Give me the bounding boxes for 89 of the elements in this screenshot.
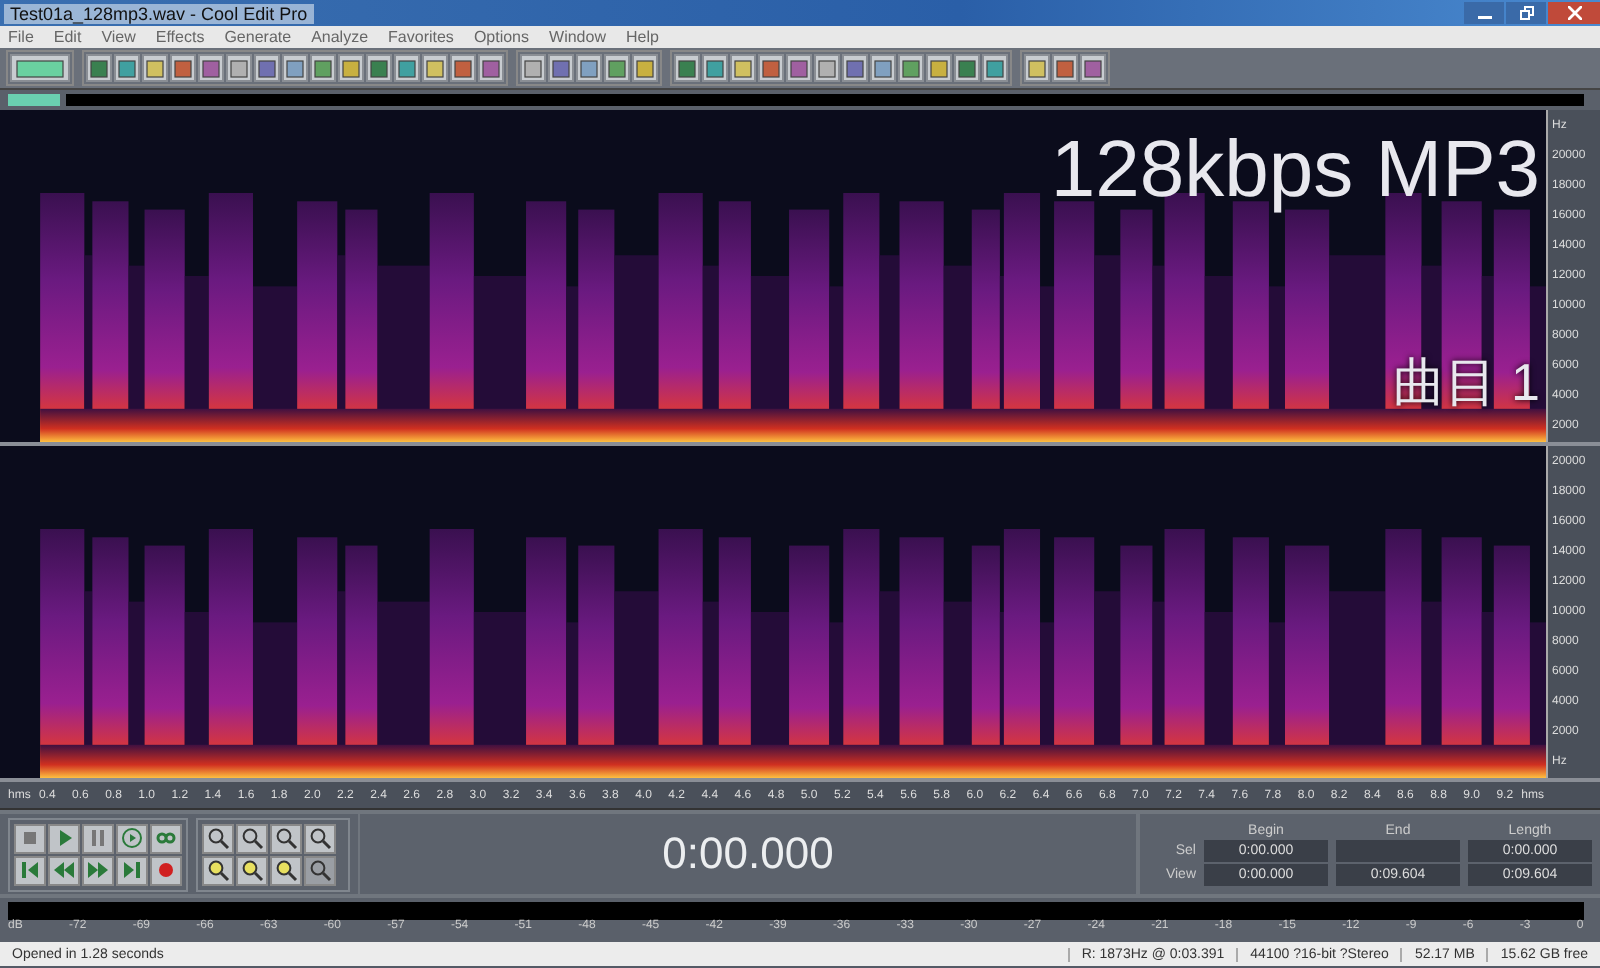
zoom-vertical-out-icon bbox=[308, 858, 332, 882]
zoom-full-icon bbox=[274, 826, 298, 850]
zoom-out-icon bbox=[240, 826, 264, 850]
zoom-in-icon bbox=[206, 826, 230, 850]
toolbar-button[interactable] bbox=[842, 54, 868, 82]
play-button[interactable] bbox=[48, 823, 80, 853]
rewind-button[interactable] bbox=[48, 855, 80, 885]
toolbar-button[interactable] bbox=[226, 54, 252, 82]
toolbar-button[interactable] bbox=[520, 54, 546, 82]
stop-icon bbox=[18, 826, 42, 850]
close-icon bbox=[1567, 6, 1581, 20]
zoom-in-button[interactable] bbox=[202, 823, 234, 853]
time-field[interactable] bbox=[1336, 839, 1460, 861]
toolbar-button[interactable] bbox=[1080, 54, 1106, 82]
pause-icon bbox=[86, 826, 110, 850]
close-button[interactable] bbox=[1548, 2, 1600, 24]
zoom-vertical-button[interactable] bbox=[304, 823, 336, 853]
zoom-full-button[interactable] bbox=[270, 823, 302, 853]
toolbar-button[interactable] bbox=[814, 54, 840, 82]
toolbar-button[interactable] bbox=[758, 54, 784, 82]
menu-item[interactable]: Edit bbox=[45, 28, 94, 46]
toolbar-button[interactable] bbox=[282, 54, 308, 82]
zoom-out-button[interactable] bbox=[236, 823, 268, 853]
toolbar-button[interactable] bbox=[604, 54, 630, 82]
zoom-right-button[interactable] bbox=[270, 855, 302, 885]
loop-button[interactable] bbox=[150, 823, 182, 853]
menu-item[interactable]: View bbox=[93, 28, 148, 46]
toolbar-button[interactable] bbox=[478, 54, 504, 82]
pause-button[interactable] bbox=[82, 823, 114, 853]
zoom-selection-icon bbox=[206, 858, 230, 882]
toolbar-button[interactable] bbox=[450, 54, 476, 82]
restore-icon bbox=[1519, 6, 1533, 20]
tool-icon bbox=[16, 59, 64, 77]
toolbar-button[interactable] bbox=[366, 54, 392, 82]
minimize-button[interactable] bbox=[1464, 2, 1504, 24]
toolbar-button[interactable] bbox=[982, 54, 1008, 82]
menu-item[interactable]: Analyze bbox=[303, 28, 381, 46]
restore-button[interactable] bbox=[1506, 2, 1546, 24]
menu-item[interactable]: Window bbox=[541, 28, 618, 46]
record-button[interactable] bbox=[150, 855, 182, 885]
toolbar-button[interactable] bbox=[1024, 54, 1050, 82]
view-range-bar-icon bbox=[8, 94, 60, 106]
toolbar-button[interactable] bbox=[926, 54, 952, 82]
toolbar-button[interactable] bbox=[86, 54, 112, 82]
toolbar-button[interactable] bbox=[548, 54, 574, 82]
window-title: Test01a_128mp3.wav - Cool Edit Pro bbox=[4, 3, 314, 23]
toolbar-button[interactable] bbox=[674, 54, 700, 82]
toolbar-button[interactable] bbox=[422, 54, 448, 82]
go-to-start-button[interactable] bbox=[14, 855, 46, 885]
menu-item[interactable]: Effects bbox=[147, 28, 217, 46]
menu-item[interactable]: Generate bbox=[216, 28, 304, 46]
toolbar-button[interactable] bbox=[898, 54, 924, 82]
toolbar-button[interactable] bbox=[870, 54, 896, 82]
toolbar-button[interactable] bbox=[632, 54, 658, 82]
toolbar-button[interactable] bbox=[114, 54, 140, 82]
toolbar-button[interactable] bbox=[310, 54, 336, 82]
toolbar-button[interactable] bbox=[730, 54, 756, 82]
zoom-left-button[interactable] bbox=[236, 855, 268, 885]
overlay-caption: 128kbps MP3 bbox=[1050, 126, 1540, 216]
toolbar-button[interactable] bbox=[702, 54, 728, 82]
toolbar-button[interactable] bbox=[1052, 54, 1078, 82]
toolbar-button[interactable] bbox=[142, 54, 168, 82]
stop-button[interactable] bbox=[14, 823, 46, 853]
fast-forward-button[interactable] bbox=[82, 855, 114, 885]
fast-forward-icon bbox=[86, 858, 110, 882]
toolbar-button[interactable] bbox=[198, 54, 224, 82]
go-to-end-button[interactable] bbox=[116, 855, 148, 885]
toolbar-button[interactable] bbox=[394, 54, 420, 82]
rewind-icon bbox=[52, 858, 76, 882]
menu-item[interactable]: Options bbox=[465, 28, 542, 46]
menu-item[interactable]: File bbox=[0, 28, 46, 46]
record-icon bbox=[154, 858, 178, 882]
go-to-start-icon bbox=[18, 858, 42, 882]
zoom-vertical-icon bbox=[308, 826, 332, 850]
toolbar-button[interactable] bbox=[786, 54, 812, 82]
menu-item[interactable]: Favorites bbox=[380, 28, 466, 46]
zoom-selection-button[interactable] bbox=[202, 855, 234, 885]
zoom-right-icon bbox=[274, 858, 298, 882]
menu-item[interactable]: Help bbox=[617, 28, 671, 46]
toolbar-button[interactable] bbox=[338, 54, 364, 82]
toolbar-button[interactable] bbox=[576, 54, 602, 82]
zoom-left-icon bbox=[240, 858, 264, 882]
time-display: 0:00.000 bbox=[662, 828, 834, 880]
play-to-end-button[interactable] bbox=[116, 823, 148, 853]
toolbar-button[interactable] bbox=[954, 54, 980, 82]
toolbar-button[interactable] bbox=[170, 54, 196, 82]
go-to-end-icon bbox=[120, 858, 144, 882]
play-to-end-icon bbox=[120, 826, 144, 850]
toolbar-button[interactable] bbox=[254, 54, 280, 82]
